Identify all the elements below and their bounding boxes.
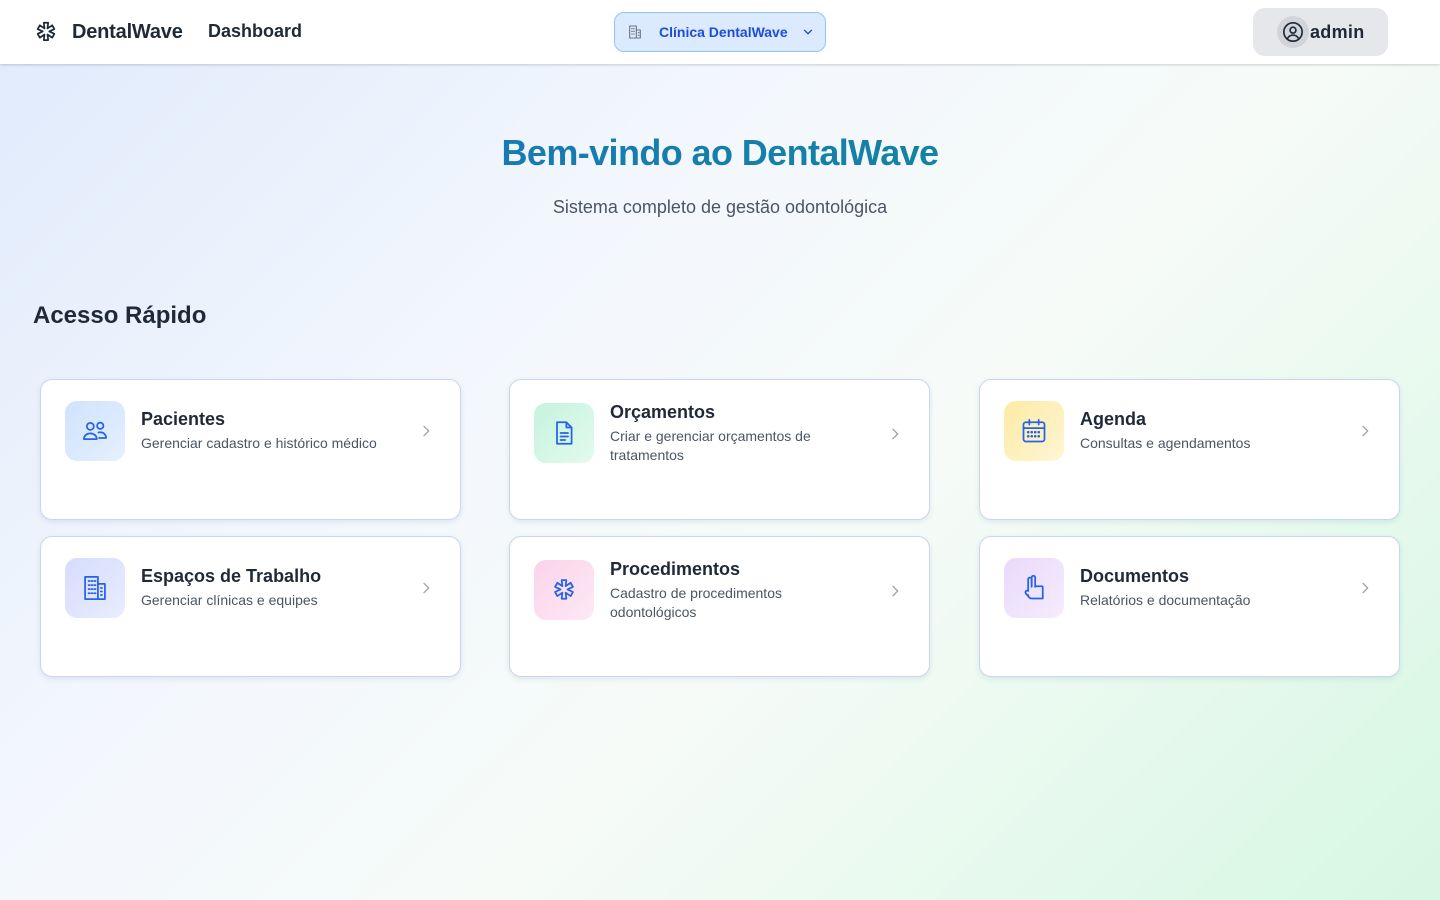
page-title: Bem-vindo ao DentalWave bbox=[0, 132, 1440, 174]
hand-paper-icon bbox=[1024, 574, 1044, 600]
card-title: Pacientes bbox=[141, 409, 226, 429]
card-title: Espaços de Trabalho bbox=[141, 566, 322, 586]
building-icon bbox=[84, 576, 106, 600]
card-text: Procedimentos Cadastro de procedimentos … bbox=[610, 557, 860, 622]
card-title: Orçamentos bbox=[610, 402, 716, 422]
section-title-quick-access: Acesso Rápido bbox=[33, 302, 207, 329]
avatar bbox=[1277, 16, 1309, 48]
card-description: Relatórios e documentação bbox=[1080, 592, 1251, 608]
user-name: admin bbox=[1310, 21, 1365, 42]
card-icon-box bbox=[65, 558, 125, 618]
brand-name: DentalWave bbox=[72, 20, 183, 43]
asterisk-icon bbox=[554, 579, 574, 600]
card-text: Agenda Consultas e agendamentos bbox=[1080, 407, 1330, 453]
card-title: Documentos bbox=[1080, 566, 1190, 586]
card-text: Espaços de Trabalho Gerenciar clínicas e… bbox=[141, 564, 391, 610]
card-title: Agenda bbox=[1080, 409, 1147, 429]
chevron-right-icon bbox=[423, 425, 430, 437]
card-text: Documentos Relatórios e documentação bbox=[1080, 564, 1330, 610]
chevron-right-icon bbox=[892, 585, 899, 597]
page-subtitle: Sistema completo de gestão odontológica bbox=[552, 197, 888, 217]
card-espacos-de-trabalho[interactable]: Espaços de Trabalho Gerenciar clínicas e… bbox=[40, 536, 461, 677]
clinic-selector[interactable]: Clínica DentalWave bbox=[614, 12, 826, 52]
chevron-right-icon bbox=[423, 582, 430, 594]
card-title: Procedimentos bbox=[610, 559, 741, 579]
clinic-selector-label: Clínica DentalWave bbox=[659, 24, 788, 40]
dental-logo-icon bbox=[36, 21, 56, 41]
card-text: Orçamentos Criar e gerenciar orçamentos … bbox=[610, 400, 860, 465]
card-text: Pacientes Gerenciar cadastro e histórico… bbox=[141, 407, 391, 453]
brand-logo[interactable]: DentalWave bbox=[33, 19, 183, 45]
card-description: Gerenciar clínicas e equipes bbox=[141, 592, 318, 608]
chevron-right-icon bbox=[1362, 582, 1369, 594]
card-description: Cadastro de procedimentos odontológicos bbox=[610, 585, 782, 620]
building-icon bbox=[629, 25, 641, 39]
chevron-down-icon bbox=[803, 29, 812, 35]
card-agenda[interactable]: Agenda Consultas e agendamentos bbox=[979, 379, 1400, 520]
card-icon-box bbox=[534, 403, 594, 463]
card-description: Criar e gerenciar orçamentos de tratamen… bbox=[610, 428, 811, 463]
user-menu-button[interactable]: admin bbox=[1253, 8, 1388, 56]
chevron-right-icon bbox=[1362, 425, 1369, 437]
user-circle-icon bbox=[1283, 22, 1303, 42]
card-pacientes[interactable]: Pacientes Gerenciar cadastro e histórico… bbox=[40, 379, 461, 520]
card-description: Gerenciar cadastro e histórico médico bbox=[141, 435, 377, 451]
nav-dashboard-link[interactable]: Dashboard bbox=[208, 21, 302, 42]
document-icon bbox=[556, 421, 573, 445]
card-documentos[interactable]: Documentos Relatórios e documentação bbox=[979, 536, 1400, 677]
card-icon-box bbox=[65, 401, 125, 461]
card-description: Consultas e agendamentos bbox=[1080, 435, 1251, 451]
card-icon-box bbox=[1004, 401, 1064, 461]
calendar-icon bbox=[1022, 419, 1046, 443]
chevron-right-icon bbox=[892, 428, 899, 440]
card-orcamentos[interactable]: Orçamentos Criar e gerenciar orçamentos … bbox=[509, 379, 930, 520]
card-icon-box bbox=[1004, 558, 1064, 618]
card-icon-box bbox=[534, 560, 594, 620]
top-navbar: DentalWave Dashboard Clínica DentalWave … bbox=[0, 0, 1440, 64]
users-icon bbox=[83, 421, 107, 441]
card-procedimentos[interactable]: Procedimentos Cadastro de procedimentos … bbox=[509, 536, 930, 677]
